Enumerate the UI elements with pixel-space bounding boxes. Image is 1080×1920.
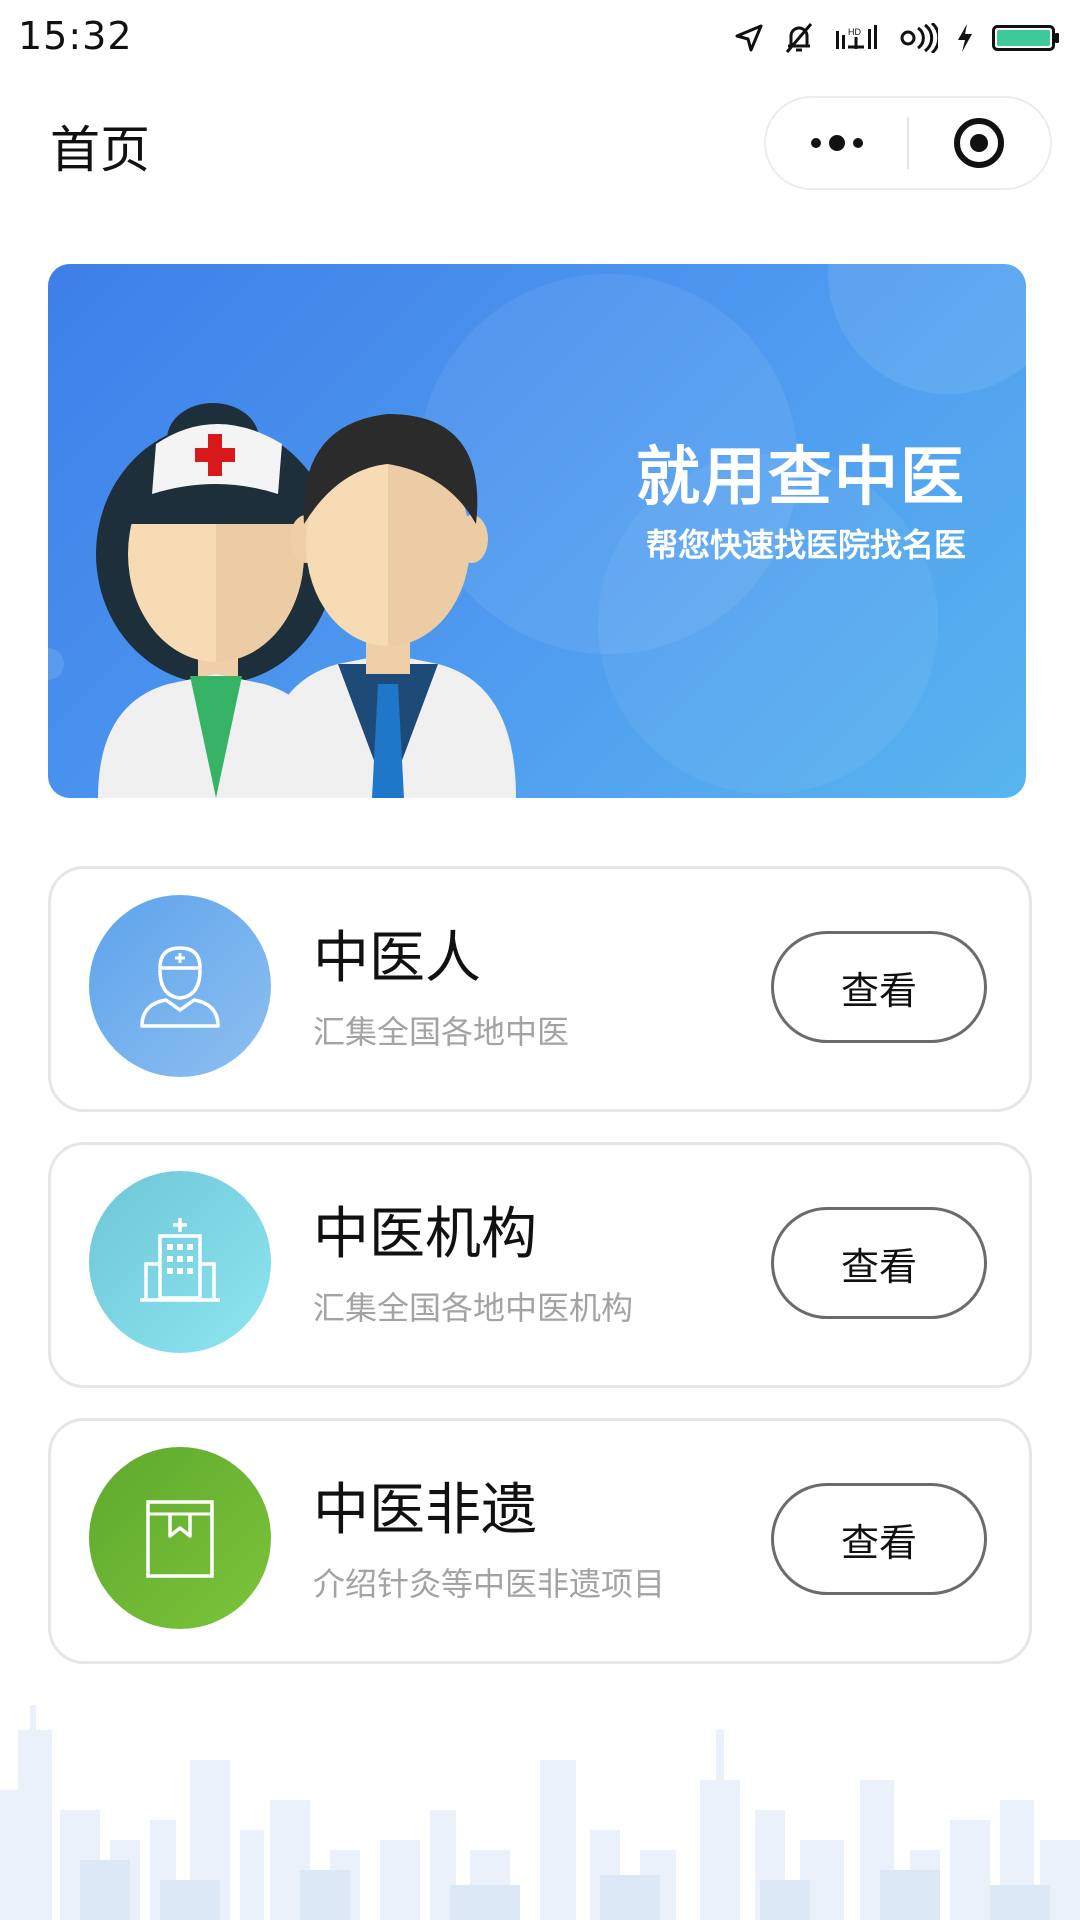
card-tcm-doctors[interactable]: 中医人 汇集全国各地中医 查看 xyxy=(48,866,1032,1112)
card-icon-circle xyxy=(89,1447,271,1629)
location-arrow-icon xyxy=(735,24,763,52)
banner-title: 就用查中医 xyxy=(636,441,966,515)
card-icon-circle xyxy=(89,895,271,1077)
battery-icon xyxy=(992,25,1059,51)
more-button[interactable] xyxy=(766,98,907,188)
charging-icon xyxy=(958,24,972,52)
view-heritage-button[interactable]: 查看 xyxy=(771,1483,987,1595)
card-icon-circle xyxy=(89,1171,271,1353)
status-icons: HD xyxy=(734,18,1060,58)
capsule-menu xyxy=(764,96,1052,190)
target-circle-icon xyxy=(954,118,1005,168)
doctor-icon xyxy=(140,946,220,1028)
card-desc: 汇集全国各地中医机构 xyxy=(313,1289,634,1327)
city-skyline-decoration xyxy=(0,1705,1080,1920)
card-tcm-institutions[interactable]: 中医机构 汇集全国各地中医机构 查看 xyxy=(48,1142,1032,1388)
page-title: 首页 xyxy=(50,121,150,179)
hospital-icon xyxy=(140,1218,220,1302)
banner[interactable]: 就用查中医 帮您快速找医院找名医 xyxy=(48,264,1026,798)
svg-text:HD: HD xyxy=(848,27,861,37)
card-title: 中医机构 xyxy=(313,1202,537,1267)
status-time: 15:32 xyxy=(18,14,133,58)
book-icon xyxy=(146,1500,214,1578)
banner-subtitle: 帮您快速找医院找名医 xyxy=(645,526,966,564)
card-title: 中医人 xyxy=(313,926,481,991)
card-desc: 汇集全国各地中医 xyxy=(313,1013,570,1051)
view-institutions-button[interactable]: 查看 xyxy=(771,1207,987,1319)
card-desc: 介绍针灸等中医非遗项目 xyxy=(313,1565,666,1603)
nav-bar: 首页 xyxy=(0,80,1080,210)
card-tcm-heritage[interactable]: 中医非遗 介绍针灸等中医非遗项目 查看 xyxy=(48,1418,1032,1664)
signal-icon: HD xyxy=(836,25,877,49)
card-title: 中医非遗 xyxy=(313,1478,537,1543)
close-miniprogram-button[interactable] xyxy=(909,98,1050,188)
status-bar: 15:32 HD xyxy=(0,0,1080,76)
bell-off-icon xyxy=(785,23,813,53)
view-doctors-button[interactable]: 查看 xyxy=(771,931,987,1043)
more-dots-icon xyxy=(810,135,863,151)
wifi-icon xyxy=(900,23,938,53)
